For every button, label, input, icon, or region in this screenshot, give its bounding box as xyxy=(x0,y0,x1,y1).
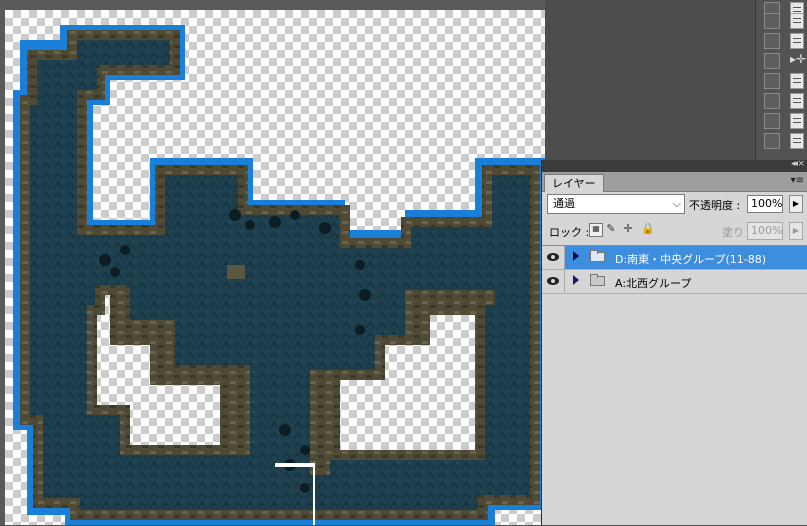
opacity-input[interactable]: 100% xyxy=(747,195,783,213)
checkbox[interactable] xyxy=(764,73,780,89)
document-icon[interactable] xyxy=(790,113,804,129)
document-icon[interactable] xyxy=(790,33,804,49)
lock-label: ロック : xyxy=(549,226,590,239)
checkbox[interactable] xyxy=(764,33,780,49)
layer-row-d[interactable]: D:南東・中央グループ(11-88) xyxy=(542,246,807,270)
move-icon[interactable]: ✛ xyxy=(622,223,634,235)
close-icon[interactable]: × xyxy=(797,159,805,169)
map-document[interactable] xyxy=(5,10,545,525)
blend-mode-value: 通過 xyxy=(553,197,575,210)
checkbox[interactable] xyxy=(764,133,780,149)
panel-title-bar[interactable]: ◂◂ × xyxy=(542,159,807,172)
folder-icon xyxy=(590,274,605,286)
history-strip: ▸✛ xyxy=(755,0,807,160)
layer-row-a[interactable]: A:北西グループ xyxy=(542,270,807,294)
blend-mode-select[interactable]: 通過 ⌵ xyxy=(547,194,685,214)
layer-name: A:北西グループ xyxy=(615,277,692,290)
opacity-label: 不透明度 : xyxy=(689,199,741,212)
brush-icon[interactable]: ✎ xyxy=(605,223,617,235)
document-icon[interactable] xyxy=(790,133,804,149)
collapse-icon[interactable]: ◂◂ xyxy=(791,159,798,169)
lock-icon[interactable]: 🔒 xyxy=(641,223,655,235)
map-white-mark xyxy=(275,463,315,467)
lock-transparent-icon[interactable]: ▦ xyxy=(589,223,603,237)
layers-panel: ◂◂ × レイヤー ▾≡ 通過 ⌵ 不透明度 : 100% ▶ ロック : ▦ … xyxy=(541,159,807,526)
eye-icon xyxy=(547,253,559,261)
tab-layers[interactable]: レイヤー xyxy=(544,174,604,192)
document-icon[interactable] xyxy=(790,13,804,29)
visibility-toggle[interactable] xyxy=(542,246,565,269)
folder-icon xyxy=(590,250,605,262)
checkbox[interactable] xyxy=(764,113,780,129)
document-canvas[interactable] xyxy=(0,0,545,525)
opacity-slider-button[interactable]: ▶ xyxy=(789,195,803,213)
layer-list: D:南東・中央グループ(11-88) A:北西グループ xyxy=(542,245,807,526)
expand-triangle-icon[interactable] xyxy=(573,251,579,261)
layer-name: D:南東・中央グループ(11-88) xyxy=(615,253,767,266)
panel-tab-row: レイヤー ▾≡ xyxy=(542,172,807,192)
eye-icon xyxy=(547,277,559,285)
map-floor xyxy=(30,40,530,510)
document-icon[interactable] xyxy=(790,93,804,109)
dungeon-map-image xyxy=(13,25,545,525)
chevron-down-icon: ⌵ xyxy=(672,197,681,210)
fill-slider-button[interactable]: ▶ xyxy=(789,222,803,240)
cursor-move-icon[interactable]: ▸✛ xyxy=(790,52,806,66)
checkbox[interactable] xyxy=(764,13,780,29)
expand-triangle-icon[interactable] xyxy=(573,275,579,285)
visibility-toggle[interactable] xyxy=(542,270,565,293)
fill-input[interactable]: 100% xyxy=(747,222,783,240)
checkbox[interactable] xyxy=(764,93,780,109)
panel-menu-icon[interactable]: ▾≡ xyxy=(791,175,804,186)
checkbox[interactable] xyxy=(764,53,780,69)
document-icon[interactable] xyxy=(790,73,804,89)
